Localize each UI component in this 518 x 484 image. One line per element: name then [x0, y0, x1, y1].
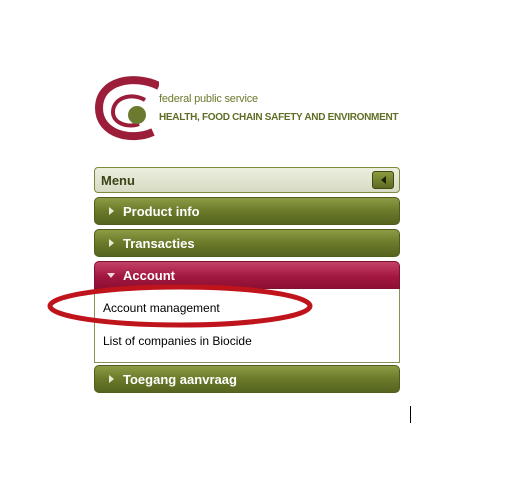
- logo-line-2: HEALTH, FOOD CHAIN SAFETY AND ENVIRONMEN…: [159, 112, 399, 123]
- section-transacties[interactable]: Transacties: [94, 229, 400, 257]
- menu-link-list-of-companies[interactable]: List of companies in Biocide: [103, 334, 252, 348]
- fps-logo-mark-icon: [95, 76, 159, 141]
- logo-line-1: federal public service: [159, 93, 258, 105]
- arrow-left-icon: [380, 176, 386, 184]
- section-label: Transacties: [123, 236, 195, 251]
- highlight-ellipse: [47, 284, 313, 328]
- section-label: Account: [123, 268, 175, 283]
- section-toegang-aanvraag[interactable]: Toegang aanvraag: [94, 365, 400, 393]
- arrow-right-icon: [109, 375, 114, 383]
- section-label: Product info: [123, 204, 200, 219]
- menu-title: Menu: [101, 173, 135, 188]
- fps-logo: federal public service HEALTH, FOOD CHAI…: [95, 76, 415, 142]
- menu-header: Menu: [94, 167, 400, 193]
- text-cursor: [410, 406, 411, 423]
- side-menu: Menu Product info Transacties Account Ac…: [94, 167, 400, 393]
- collapse-menu-button[interactable]: [372, 171, 394, 189]
- arrow-right-icon: [109, 239, 114, 247]
- section-product-info[interactable]: Product info: [94, 197, 400, 225]
- section-label: Toegang aanvraag: [123, 372, 237, 387]
- arrow-right-icon: [109, 207, 114, 215]
- arrow-down-icon: [107, 273, 115, 278]
